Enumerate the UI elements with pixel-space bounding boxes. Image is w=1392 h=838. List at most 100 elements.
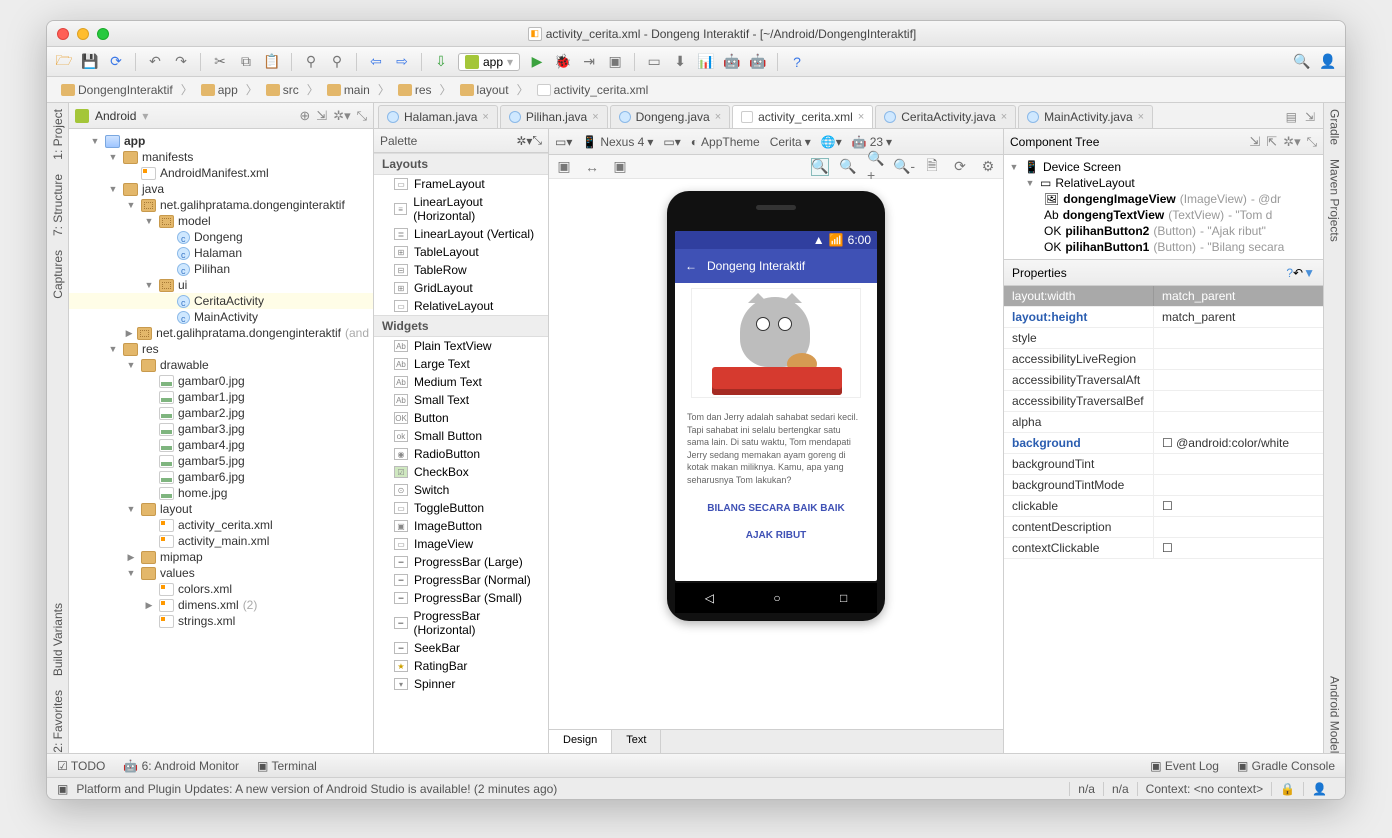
orientation-icon[interactable]: ▭▾ bbox=[555, 135, 572, 149]
crumb-2[interactable]: src bbox=[260, 81, 305, 99]
capture-icon[interactable]: 🗎 bbox=[923, 158, 941, 176]
minimize-window-button[interactable] bbox=[77, 28, 89, 40]
expand-icon[interactable]: ⇲ bbox=[1249, 134, 1260, 150]
find-icon[interactable]: ⚲ bbox=[302, 53, 320, 71]
tab-menu-icon[interactable]: ⇲ bbox=[1305, 110, 1315, 124]
design-tab[interactable]: Design bbox=[549, 730, 612, 753]
properties-table[interactable]: layout:widthmatch_parentlayout:heightmat… bbox=[1004, 286, 1323, 753]
zoom-in-icon[interactable]: 🔍+ bbox=[867, 158, 885, 176]
debug-icon[interactable]: 🐞 bbox=[554, 53, 572, 71]
project-view-select[interactable]: Android bbox=[95, 109, 136, 123]
android-icon-2[interactable]: 🤖 bbox=[723, 53, 741, 71]
close-icon[interactable]: × bbox=[858, 111, 864, 123]
cut-icon[interactable]: ✂ bbox=[211, 53, 229, 71]
tool-favorites[interactable]: 2: Favorites bbox=[51, 690, 65, 753]
help-icon[interactable]: ? bbox=[1286, 266, 1293, 280]
close-icon[interactable]: × bbox=[592, 111, 598, 123]
tab-3[interactable]: activity_cerita.xml× bbox=[732, 105, 873, 128]
collapse-icon[interactable]: ⇲ bbox=[316, 108, 327, 124]
search-icon[interactable]: 🔍 bbox=[1293, 53, 1311, 71]
device-select[interactable]: 📱 Nexus 4▾ bbox=[582, 135, 653, 149]
tool-android-model[interactable]: Android Model bbox=[1328, 676, 1342, 753]
tool-terminal[interactable]: ▣ Terminal bbox=[257, 759, 317, 773]
design-canvas[interactable]: ▲📶6:00 ←Dongeng Interaktif Tom dan Jerry… bbox=[549, 179, 1003, 729]
insets-icon[interactable]: ▣ bbox=[611, 158, 629, 176]
lock-icon[interactable]: 🔒 bbox=[1271, 782, 1303, 796]
crumb-4[interactable]: res bbox=[392, 81, 438, 99]
close-icon[interactable]: × bbox=[1138, 111, 1144, 123]
back-icon[interactable]: ⇦ bbox=[367, 53, 385, 71]
avd-icon[interactable]: ▭ bbox=[645, 53, 663, 71]
tab-2[interactable]: Dongeng.java× bbox=[610, 105, 731, 128]
filter-icon[interactable]: ▼ bbox=[1303, 266, 1315, 280]
help-icon[interactable]: ? bbox=[788, 53, 806, 71]
tab-1[interactable]: Pilihan.java× bbox=[500, 105, 608, 128]
zoom-out-icon[interactable]: 🔍- bbox=[895, 158, 913, 176]
replace-icon[interactable]: ⚲ bbox=[328, 53, 346, 71]
refresh-icon[interactable]: ⟳ bbox=[951, 158, 969, 176]
hector-icon[interactable]: 👤 bbox=[1303, 782, 1335, 796]
activity-select[interactable]: Cerita▾ bbox=[770, 135, 811, 149]
gear-icon[interactable]: ✲▾ bbox=[516, 134, 532, 148]
forward-icon[interactable]: ⇨ bbox=[393, 53, 411, 71]
project-tree[interactable]: ▼app ▼manifests AndroidManifest.xml ▼jav… bbox=[69, 129, 373, 753]
tool-project[interactable]: 1: Project bbox=[51, 109, 65, 160]
zoom-reset-icon[interactable]: 🔍 bbox=[839, 158, 857, 176]
tool-gradle-console[interactable]: ▣ Gradle Console bbox=[1237, 759, 1335, 773]
crumb-3[interactable]: main bbox=[321, 81, 376, 99]
gear-icon[interactable]: ✲▾ bbox=[1283, 134, 1300, 150]
tab-0[interactable]: Halaman.java× bbox=[378, 105, 498, 128]
tab-list-icon[interactable]: ▤ bbox=[1286, 110, 1297, 124]
save-icon[interactable]: 💾 bbox=[81, 53, 99, 71]
component-tree[interactable]: ▼📱 Device Screen ▼▭ RelativeLayout 🖼 don… bbox=[1004, 155, 1323, 259]
tool-captures[interactable]: Captures bbox=[51, 250, 65, 299]
sdk-icon[interactable]: ⬇ bbox=[671, 53, 689, 71]
paste-icon[interactable]: 📋 bbox=[263, 53, 281, 71]
gear-icon[interactable]: ✲▾ bbox=[333, 108, 350, 124]
viewport-icon[interactable]: ▣ bbox=[555, 158, 573, 176]
android-icon-3[interactable]: 🤖 bbox=[749, 53, 767, 71]
make-icon[interactable]: ⇩ bbox=[432, 53, 450, 71]
crumb-0[interactable]: DongengInteraktif bbox=[55, 81, 179, 99]
run-config-select[interactable]: app ▾ bbox=[458, 53, 520, 71]
target-icon[interactable]: ⊕ bbox=[299, 108, 310, 124]
tool-structure[interactable]: 7: Structure bbox=[51, 174, 65, 236]
collapse-icon[interactable]: ⇱ bbox=[1266, 134, 1277, 150]
hide-icon[interactable]: ⤡ bbox=[1307, 134, 1317, 150]
palette-list[interactable]: Layouts ▭FrameLayout ≡LinearLayout (Hori… bbox=[374, 153, 548, 753]
redo-icon[interactable]: ↷ bbox=[172, 53, 190, 71]
stop-icon[interactable]: ▣ bbox=[606, 53, 624, 71]
tool-maven[interactable]: Maven Projects bbox=[1328, 159, 1342, 242]
theme-select[interactable]: ◐AppTheme bbox=[691, 135, 760, 149]
tool-gradle[interactable]: Gradle bbox=[1328, 109, 1342, 145]
close-icon[interactable]: × bbox=[482, 111, 488, 123]
user-icon[interactable]: 👤 bbox=[1319, 53, 1337, 71]
run-icon[interactable]: ▶ bbox=[528, 53, 546, 71]
copy-icon[interactable]: ⧉ bbox=[237, 53, 255, 71]
zoom-window-button[interactable] bbox=[97, 28, 109, 40]
attach-icon[interactable]: ⇥ bbox=[580, 53, 598, 71]
crumb-6[interactable]: activity_cerita.xml bbox=[531, 81, 655, 99]
tab-5[interactable]: MainActivity.java× bbox=[1018, 105, 1153, 128]
open-icon[interactable]: 🗁 bbox=[55, 53, 73, 71]
close-icon[interactable]: × bbox=[1001, 111, 1007, 123]
size-icon[interactable]: ↔ bbox=[583, 158, 601, 176]
close-window-button[interactable] bbox=[57, 28, 69, 40]
api-select[interactable]: 🤖23▾ bbox=[852, 135, 892, 149]
sync-icon[interactable]: ⟳ bbox=[107, 53, 125, 71]
hide-icon[interactable]: ⤡ bbox=[532, 133, 542, 148]
config-icon[interactable]: ▭▾ bbox=[663, 135, 680, 149]
tool-todo[interactable]: ☑ TODO bbox=[57, 759, 105, 773]
crumb-5[interactable]: layout bbox=[454, 81, 515, 99]
settings-icon[interactable]: ⚙ bbox=[979, 158, 997, 176]
crumb-1[interactable]: app bbox=[195, 81, 244, 99]
tool-android-monitor[interactable]: 🤖 6: Android Monitor bbox=[123, 759, 239, 773]
tool-event-log[interactable]: ▣ Event Log bbox=[1150, 759, 1219, 773]
tool-build-variants[interactable]: Build Variants bbox=[51, 603, 65, 676]
zoom-fit-icon[interactable]: 🔍 bbox=[811, 158, 829, 176]
text-tab[interactable]: Text bbox=[612, 730, 661, 753]
monitor-icon[interactable]: 📊 bbox=[697, 53, 715, 71]
undo-icon[interactable]: ↶ bbox=[146, 53, 164, 71]
revert-icon[interactable]: ↶ bbox=[1293, 266, 1303, 280]
locale-icon[interactable]: 🌐▾ bbox=[821, 135, 842, 149]
